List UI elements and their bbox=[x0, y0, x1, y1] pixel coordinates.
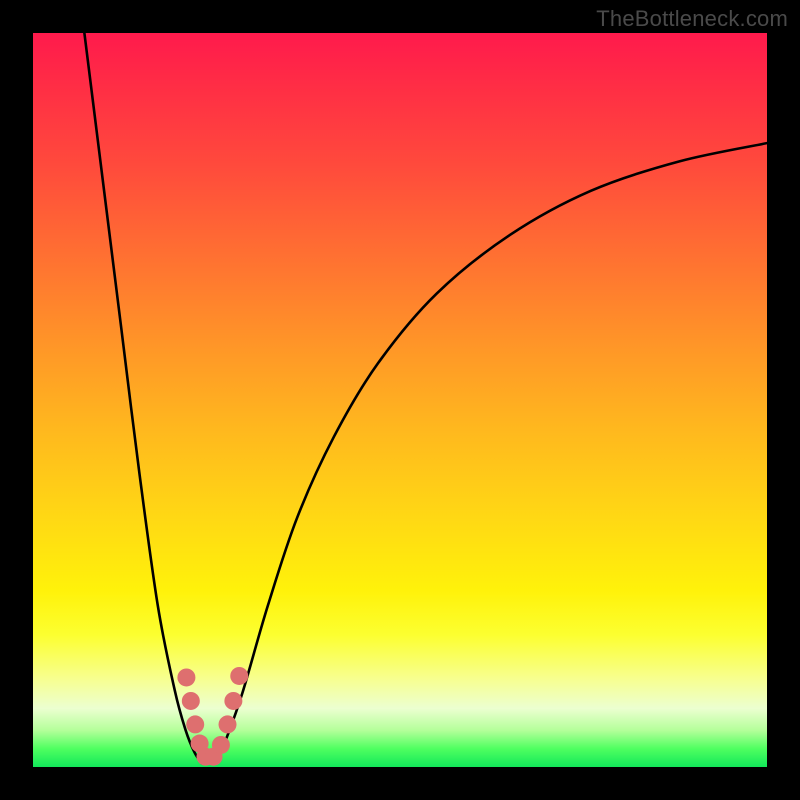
pink-dot bbox=[186, 715, 204, 733]
series-layer bbox=[84, 33, 767, 763]
pink-dot bbox=[177, 668, 195, 686]
pink-dot bbox=[182, 692, 200, 710]
pink-dot bbox=[219, 715, 237, 733]
series-left-branch bbox=[84, 33, 201, 763]
pink-dot bbox=[212, 736, 230, 754]
series-right-branch bbox=[217, 143, 768, 763]
marker-layer bbox=[177, 667, 248, 766]
pink-dot bbox=[224, 692, 242, 710]
chart-frame: TheBottleneck.com bbox=[0, 0, 800, 800]
plot-area bbox=[33, 33, 767, 767]
watermark-text: TheBottleneck.com bbox=[596, 6, 788, 32]
pink-dot bbox=[230, 667, 248, 685]
chart-svg bbox=[33, 33, 767, 767]
